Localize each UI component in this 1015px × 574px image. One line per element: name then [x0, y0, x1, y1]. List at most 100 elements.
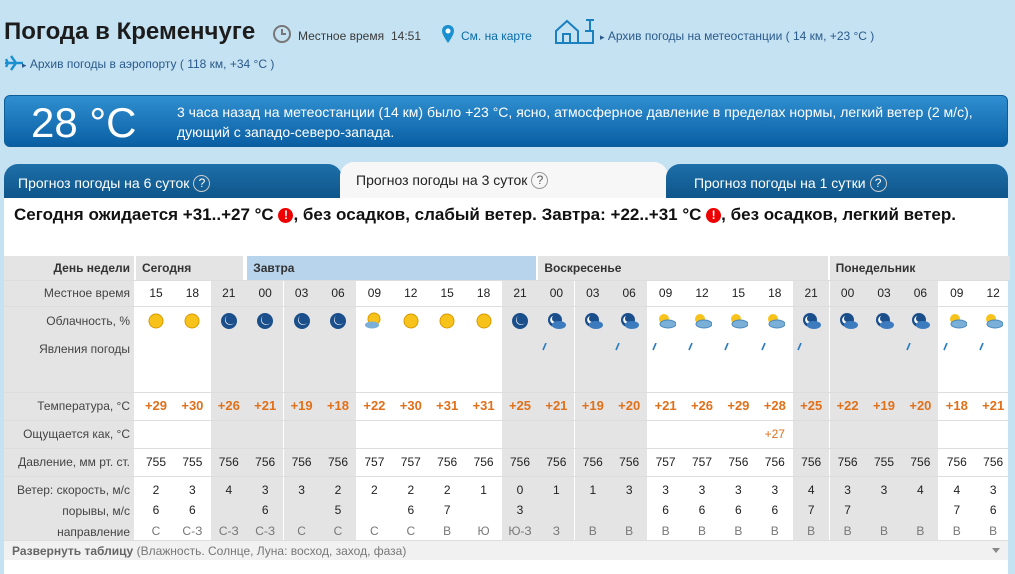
tab-1-day[interactable]: Прогноз погоды на 1 сутки?: [666, 164, 1008, 200]
time-cell: 18: [185, 286, 200, 300]
gust-cell: [575, 500, 611, 520]
forecast-column: 12 +30 757 2 6 С: [393, 280, 429, 544]
sun-icon: [476, 313, 492, 329]
time-cell: 06: [913, 286, 928, 300]
pressure-cell: 756: [728, 455, 749, 469]
forecast-column: 03 +19 756 1 В: [574, 280, 611, 544]
tab-6-days-label[interactable]: Прогноз погоды на 6 суток: [18, 175, 189, 191]
wind-cell: 3: [189, 483, 196, 497]
label-cloud: Облачность, % Явления погоды: [4, 306, 134, 392]
direction-cell: С: [151, 524, 161, 538]
archive-airport-text[interactable]: Архив погоды в аэропорту ( 118 км, +34 °…: [30, 57, 274, 71]
forecast-column: 09 +18 756 4 7 В: [939, 280, 975, 544]
time-cell: 18: [476, 286, 491, 300]
tab-3-days-label[interactable]: Прогноз погоды на 3 суток: [356, 172, 527, 188]
wind-cell: 3: [880, 483, 888, 497]
clock-icon: [273, 25, 291, 43]
wind-cell: 2: [443, 483, 451, 497]
summary-end: , без осадков, легкий ветер.: [721, 205, 956, 224]
time-cell: 03: [877, 286, 891, 300]
moon-clear-icon: [257, 313, 274, 329]
gust-cell: 6: [698, 503, 706, 517]
forecast-column: 00 +21 756 3 6 С-З: [247, 280, 284, 544]
time-cell: 12: [986, 286, 1000, 300]
gust-cell: 6: [261, 503, 269, 517]
gust-cell: [356, 500, 392, 520]
pressure-cell: 756: [255, 455, 276, 469]
day-header: Сегодня: [136, 256, 244, 280]
archive-station-text[interactable]: Архив погоды на метеостанции ( 14 км, +2…: [608, 29, 874, 43]
temp-cell: +26: [217, 398, 240, 413]
expand-extra[interactable]: (Влажность. Солнце, Луна: восход, заход,…: [137, 544, 407, 558]
label-time: Местное время: [4, 280, 134, 306]
feels-cell: [174, 420, 210, 448]
map-pin-icon[interactable]: [441, 24, 455, 44]
warning-icon: !: [706, 208, 722, 223]
moon-cloud-icon: [621, 313, 640, 329]
gust-cell: [902, 500, 938, 520]
local-time: 14:51: [391, 29, 422, 43]
map-link[interactable]: См. на карте: [461, 29, 532, 43]
warning-icon: !: [278, 208, 294, 223]
time-cell: 12: [404, 286, 418, 300]
tab-3-days[interactable]: Прогноз погоды на 3 суток?: [340, 162, 668, 200]
drizzle-icon: [651, 343, 657, 351]
temp-cell: +21: [545, 398, 568, 413]
wind-cell: 3: [989, 483, 997, 497]
current-temp: 28 °C: [31, 99, 137, 146]
expand-table-link[interactable]: Развернуть таблицу (Влажность. Солнце, Л…: [12, 544, 406, 558]
wind-cell: 1: [553, 483, 560, 497]
pressure-cell: 756: [764, 455, 785, 469]
sun-cloud-icon: [731, 314, 749, 329]
wind-cell: 4: [807, 483, 815, 497]
forecast-summary: Сегодня ожидается +31..+27 °C !, без оса…: [14, 204, 974, 225]
chevron-down-icon[interactable]: [992, 548, 1000, 553]
feels-cell: [538, 420, 574, 448]
forecast-column: 09 +22 757 2 С: [356, 280, 392, 544]
expand-table-bar[interactable]: Развернуть таблицу (Влажность. Солнце, Л…: [4, 540, 1008, 560]
time-cell: 06: [622, 286, 636, 300]
label-wind-text: Ветер: скорость, м/с: [16, 483, 130, 497]
expand-label[interactable]: Развернуть таблицу: [12, 544, 133, 558]
archive-airport-link[interactable]: ▸ Архив погоды в аэропорту ( 118 км, +34…: [22, 57, 274, 71]
direction-cell: С: [297, 524, 306, 538]
gust-cell: [866, 500, 902, 520]
gust-cell: 5: [334, 503, 342, 517]
tab-6-days[interactable]: Прогноз погоды на 6 суток?: [4, 164, 342, 200]
direction-cell: З: [552, 524, 561, 538]
forecast-column: 15 +31 756 2 7 В: [429, 280, 465, 544]
feels-cell: [975, 420, 1011, 448]
forecast-column: 00 +21 756 1 З: [538, 280, 575, 544]
tab-1-day-label[interactable]: Прогноз погоды на 1 сутки: [694, 175, 866, 191]
gust-cell: 6: [662, 503, 669, 517]
direction-cell: С: [406, 524, 416, 538]
feels-cell: [466, 420, 502, 448]
label-cloud-text: Облачность, %: [46, 314, 130, 328]
time-cell: 15: [440, 286, 454, 300]
time-cell: 03: [586, 286, 600, 300]
time-cell: 00: [258, 286, 272, 300]
temp-cell: +18: [326, 398, 350, 413]
wind-cell: 2: [371, 483, 378, 497]
sun-icon: [148, 313, 164, 329]
direction-cell: Ю: [477, 524, 490, 538]
help-icon[interactable]: ?: [869, 175, 887, 192]
forecast-column: 03 +19 755 3 В: [866, 280, 902, 544]
help-icon[interactable]: ?: [531, 172, 549, 189]
pressure-cell: 756: [582, 455, 603, 469]
forecast-column: 06 +20 756 3 В: [611, 280, 648, 544]
time-cell: 18: [768, 286, 782, 300]
wind-cell: 3: [771, 483, 779, 497]
moon-clear-icon: [220, 313, 237, 329]
forecast-column: 06 +18 756 2 5 С: [320, 280, 356, 544]
pressure-cell: 757: [364, 455, 385, 469]
feels-cell: [684, 420, 720, 448]
direction-cell: В: [588, 524, 597, 538]
temp-cell: +28: [763, 398, 786, 413]
archive-station-link[interactable]: ▸ Архив погоды на метеостанции ( 14 км, …: [600, 29, 874, 43]
forecast-column: 21 +26 756 4 С-З: [210, 280, 247, 544]
local-time-label: Местное время: [298, 29, 385, 43]
time-cell: 09: [950, 286, 964, 300]
gust-cell: 6: [989, 503, 997, 517]
help-icon[interactable]: ?: [193, 175, 211, 192]
